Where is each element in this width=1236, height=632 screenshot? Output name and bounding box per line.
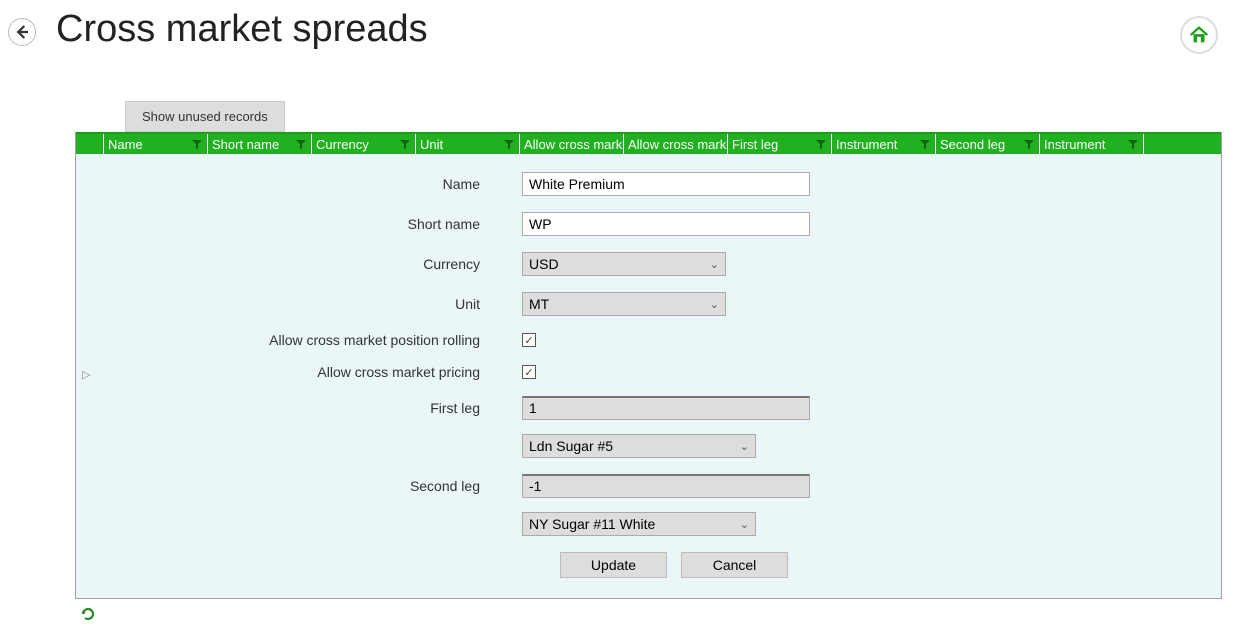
col-currency[interactable]: Currency — [312, 134, 416, 154]
col-unit[interactable]: Unit — [416, 134, 520, 154]
col-label: Allow cross market pricing — [628, 137, 728, 152]
col-label: Instrument — [1044, 137, 1105, 152]
currency-value: USD — [529, 256, 559, 272]
col-label: Allow cross market position rolling — [524, 137, 624, 152]
filter-icon[interactable] — [1127, 138, 1139, 150]
label-currency: Currency — [76, 256, 522, 272]
toolbar: Show unused records — [125, 101, 1236, 132]
col-label: Second leg — [940, 137, 1005, 152]
second-leg-instrument-value: NY Sugar #11 White — [529, 516, 655, 532]
label-first-leg: First leg — [76, 400, 522, 416]
chevron-down-icon: ⌄ — [740, 518, 749, 531]
filter-icon[interactable] — [919, 138, 931, 150]
page-title: Cross market spreads — [56, 8, 428, 51]
grid: Name Short name Currency Unit Allow cros… — [75, 132, 1222, 599]
col-instrument-2[interactable]: Instrument — [1040, 134, 1144, 154]
label-second-leg: Second leg — [76, 478, 522, 494]
grid-header: Name Short name Currency Unit Allow cros… — [76, 132, 1221, 154]
col-name[interactable]: Name — [104, 134, 208, 154]
second-leg-instrument-select[interactable]: NY Sugar #11 White ⌄ — [522, 512, 756, 536]
col-allow-pricing[interactable]: Allow cross market pricing — [624, 134, 728, 154]
form-buttons: Update Cancel — [560, 552, 1221, 578]
col-label: Unit — [420, 137, 443, 152]
second-leg-qty-field[interactable]: -1 — [522, 474, 810, 498]
name-field[interactable] — [522, 172, 810, 196]
currency-select[interactable]: USD ⌄ — [522, 252, 726, 276]
col-label: Name — [108, 137, 143, 152]
col-second-leg[interactable]: Second leg — [936, 134, 1040, 154]
filter-icon[interactable] — [1023, 138, 1035, 150]
col-short-name[interactable]: Short name — [208, 134, 312, 154]
filter-icon[interactable] — [399, 138, 411, 150]
row-indicator-header — [76, 134, 104, 154]
cancel-button[interactable]: Cancel — [681, 552, 788, 578]
col-label: Currency — [316, 137, 369, 152]
first-leg-qty-field[interactable]: 1 — [522, 396, 810, 420]
arrow-left-icon — [13, 23, 31, 41]
col-label: Short name — [212, 137, 279, 152]
filter-icon[interactable] — [815, 138, 827, 150]
chevron-down-icon: ⌄ — [740, 440, 749, 453]
col-label: First leg — [732, 137, 778, 152]
refresh-icon — [80, 606, 96, 622]
update-button[interactable]: Update — [560, 552, 667, 578]
col-label: Instrument — [836, 137, 897, 152]
filter-icon[interactable] — [295, 138, 307, 150]
first-leg-instrument-select[interactable]: Ldn Sugar #5 ⌄ — [522, 434, 756, 458]
unit-value: MT — [529, 296, 549, 312]
refresh-button[interactable] — [80, 606, 96, 622]
allow-rolling-checkbox[interactable]: ✓ — [522, 333, 536, 347]
label-name: Name — [76, 176, 522, 192]
filter-icon[interactable] — [503, 138, 515, 150]
unit-select[interactable]: MT ⌄ — [522, 292, 726, 316]
allow-pricing-checkbox[interactable]: ✓ — [522, 365, 536, 379]
col-first-leg[interactable]: First leg — [728, 134, 832, 154]
row-marker-icon: ▷ — [82, 368, 90, 381]
home-icon — [1188, 24, 1210, 46]
back-button[interactable] — [8, 18, 36, 46]
label-allow-rolling: Allow cross market position rolling — [76, 332, 522, 348]
header-bar: Cross market spreads — [0, 0, 1236, 51]
label-allow-pricing: Allow cross market pricing — [76, 364, 522, 380]
col-instrument-1[interactable]: Instrument — [832, 134, 936, 154]
chevron-down-icon: ⌄ — [710, 258, 719, 271]
edit-form: ▷ Name Short name Currency USD ⌄ Unit MT… — [76, 154, 1221, 598]
chevron-down-icon: ⌄ — [710, 298, 719, 311]
filter-icon[interactable] — [191, 138, 203, 150]
first-leg-instrument-value: Ldn Sugar #5 — [529, 438, 613, 454]
short-name-field[interactable] — [522, 212, 810, 236]
home-button[interactable] — [1180, 16, 1218, 54]
show-unused-button[interactable]: Show unused records — [125, 101, 285, 132]
label-short-name: Short name — [76, 216, 522, 232]
col-allow-rolling[interactable]: Allow cross market position rolling — [520, 134, 624, 154]
header-spacer — [1144, 134, 1221, 154]
label-unit: Unit — [76, 296, 522, 312]
